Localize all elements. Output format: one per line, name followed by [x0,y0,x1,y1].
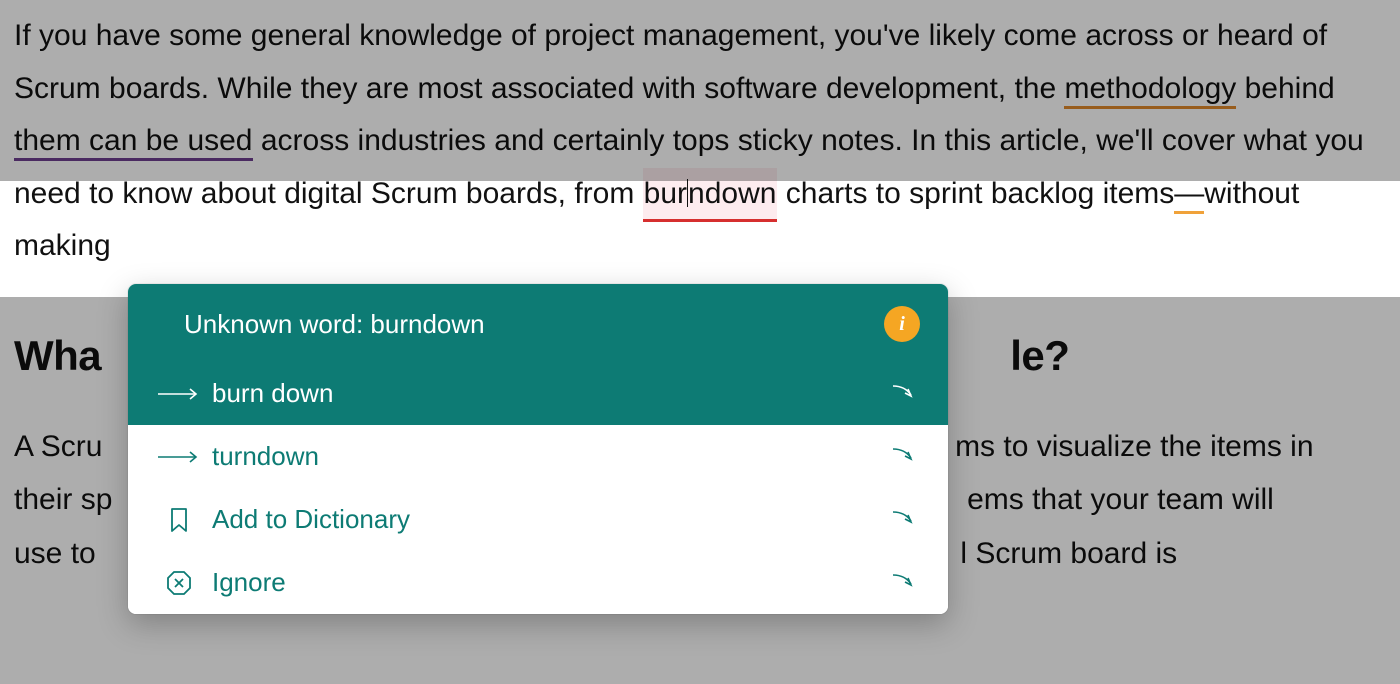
text: A Scru [14,430,102,463]
text: charts to sprint backlog items [777,177,1174,210]
apply-arrow-icon[interactable] [880,383,928,405]
arrow-right-icon [152,450,206,464]
add-to-dictionary-label: Add to Dictionary [206,504,880,535]
apply-arrow-icon[interactable] [880,446,928,468]
text: bur [644,177,687,210]
suggestion-burn-down[interactable]: burn down [128,362,948,425]
text: their sp [14,483,112,516]
ignore-label: Ignore [206,567,880,598]
text: l Scrum board is [960,537,1177,570]
apply-arrow-icon[interactable] [880,572,928,594]
suggestion-label: turndown [206,441,880,472]
bookmark-icon [152,506,206,534]
text: ndown [688,177,776,210]
heading-text-right: le? [1010,332,1069,379]
text: ems that your team will [967,483,1274,516]
text: use to [14,537,104,570]
text: behind [1236,72,1334,105]
underlined-word-methodology[interactable]: methodology [1064,72,1236,109]
suggestion-label: burn down [206,378,880,409]
info-icon[interactable]: i [884,306,920,342]
suggestion-turndown[interactable]: turndown [128,425,948,488]
flagged-word-burndown[interactable]: burndown [643,168,778,221]
heading-text-left: Wha [14,332,101,379]
underlined-dash[interactable]: — [1174,177,1204,214]
popup-title: Unknown word: burndown [184,309,485,340]
apply-arrow-icon[interactable] [880,509,928,531]
popup-header: Unknown word: burndown i [128,284,948,362]
spellcheck-popup: Unknown word: burndown i burn down turnd… [128,284,948,614]
underlined-phrase-them-can-be-used[interactable]: them can be used [14,124,253,161]
paragraph-1[interactable]: If you have some general knowledge of pr… [14,10,1386,273]
ignore[interactable]: Ignore [128,551,948,614]
add-to-dictionary[interactable]: Add to Dictionary [128,488,948,551]
text: ms to visualize the items in [955,430,1313,463]
dismiss-icon [152,570,206,596]
arrow-right-icon [152,387,206,401]
